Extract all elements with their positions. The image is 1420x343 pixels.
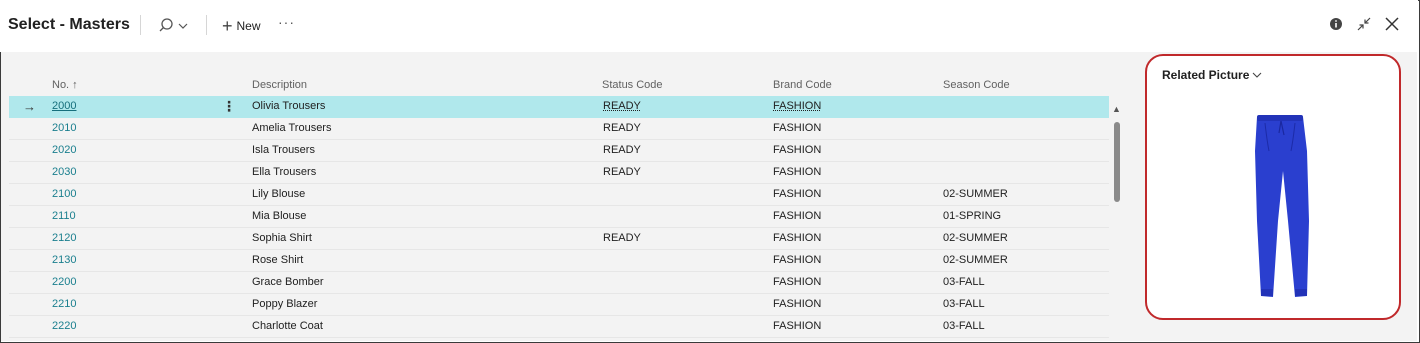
cell-brand-code: FASHION — [773, 232, 822, 244]
collapse-icon — [1357, 17, 1371, 31]
table-row[interactable]: 2110 Mia Blouse FASHION 01-SPRING — [9, 206, 1109, 228]
cell-brand-code: FASHION — [773, 188, 822, 200]
cell-description: Lily Blouse — [252, 188, 306, 200]
table-row[interactable]: 2220 Charlotte Coat FASHION 03-FALL — [9, 316, 1109, 338]
new-button[interactable]: + New — [222, 16, 261, 36]
info-button[interactable] — [1329, 17, 1343, 36]
cell-no[interactable]: 2010 — [52, 118, 76, 139]
more-actions-button[interactable]: ··· — [278, 14, 295, 30]
cell-description: Poppy Blazer — [252, 298, 318, 310]
cell-season-code: 03-FALL — [943, 276, 985, 288]
column-header-season-code[interactable]: Season Code — [943, 74, 1010, 96]
cell-description: Rose Shirt — [252, 254, 304, 266]
cell-description: Isla Trousers — [252, 144, 315, 156]
page-title: Select - Masters — [8, 16, 130, 33]
cell-season-code: 03-FALL — [943, 298, 985, 310]
cell-status-code: READY — [603, 122, 641, 134]
trousers-image — [1255, 115, 1309, 297]
search-button[interactable] — [158, 16, 190, 36]
table-row[interactable]: 2100 Lily Blouse FASHION 02-SUMMER — [9, 184, 1109, 206]
cell-description: Olivia Trousers — [252, 100, 326, 112]
factbox-title: Related Picture — [1162, 68, 1250, 82]
header-divider — [206, 15, 207, 35]
cell-brand-code: FASHION — [773, 298, 822, 310]
cell-no[interactable]: 2120 — [52, 228, 76, 249]
cell-season-code: 02-SUMMER — [943, 232, 1008, 244]
page-header: Select - Masters + New ··· — [0, 0, 1418, 52]
masters-list: No. ↑ Description Status Code Brand Code… — [9, 52, 1109, 341]
cell-description: Charlotte Coat — [252, 320, 323, 332]
column-header-description[interactable]: Description — [252, 74, 307, 96]
current-row-arrow-icon: → — [23, 99, 36, 114]
row-actions-icon[interactable]: ⋮ — [222, 96, 236, 117]
plus-icon: + — [222, 16, 233, 36]
cell-no[interactable]: 2200 — [52, 272, 76, 293]
cell-no[interactable]: 2220 — [52, 316, 76, 337]
factbox-header[interactable]: Related Picture — [1162, 68, 1262, 82]
table-row[interactable]: 2030 Ella Trousers READY FASHION — [9, 162, 1109, 184]
table-row[interactable]: 2210 Poppy Blazer FASHION 03-FALL — [9, 294, 1109, 316]
table-row[interactable]: → ⋮ 2000 Olivia Trousers READY FASHION — [9, 96, 1109, 118]
close-icon — [1385, 17, 1399, 31]
new-button-label: New — [236, 19, 261, 33]
cell-status-code: READY — [603, 100, 641, 112]
search-icon — [159, 18, 188, 32]
cell-season-code: 02-SUMMER — [943, 188, 1008, 200]
cell-no[interactable]: 2030 — [52, 162, 76, 183]
vertical-scrollbar[interactable]: ▲ — [1112, 104, 1122, 339]
close-button[interactable] — [1385, 17, 1399, 36]
column-header-status-code[interactable]: Status Code — [602, 74, 663, 96]
cell-no[interactable]: 2210 — [52, 294, 76, 315]
chevron-down-icon — [1252, 72, 1262, 78]
cell-brand-code: FASHION — [773, 320, 822, 332]
table-row[interactable]: 2130 Rose Shirt FASHION 02-SUMMER — [9, 250, 1109, 272]
cell-brand-code: FASHION — [773, 166, 822, 178]
table-row[interactable]: 2120 Sophia Shirt READY FASHION 02-SUMMER — [9, 228, 1109, 250]
cell-description: Amelia Trousers — [252, 122, 332, 134]
cell-season-code: 01-SPRING — [943, 210, 1002, 222]
column-header-no[interactable]: No. ↑ — [52, 74, 78, 96]
cell-no[interactable]: 2100 — [52, 184, 76, 205]
related-picture-factbox: Related Picture — [1145, 54, 1401, 320]
cell-no[interactable]: 2000 — [52, 96, 76, 117]
cell-no[interactable]: 2110 — [52, 206, 76, 227]
cell-status-code: READY — [603, 144, 641, 156]
cell-description: Sophia Shirt — [252, 232, 312, 244]
cell-season-code: 03-FALL — [943, 320, 985, 332]
cell-brand-code: FASHION — [773, 144, 822, 156]
header-divider — [140, 15, 141, 35]
cell-status-code: READY — [603, 166, 641, 178]
scroll-thumb[interactable] — [1114, 122, 1120, 202]
product-picture[interactable] — [1243, 111, 1323, 306]
table-row[interactable]: 2200 Grace Bomber FASHION 03-FALL — [9, 272, 1109, 294]
column-header-brand-code[interactable]: Brand Code — [773, 74, 832, 96]
cell-description: Mia Blouse — [252, 210, 307, 222]
cell-no[interactable]: 2130 — [52, 250, 76, 271]
cell-brand-code: FASHION — [773, 254, 822, 266]
table-row[interactable]: 2010 Amelia Trousers READY FASHION — [9, 118, 1109, 140]
cell-brand-code: FASHION — [773, 276, 822, 288]
info-icon — [1330, 18, 1342, 30]
cell-season-code: 02-SUMMER — [943, 254, 1008, 266]
cell-brand-code: FASHION — [773, 100, 822, 112]
scroll-up-icon[interactable]: ▲ — [1112, 104, 1121, 114]
cell-brand-code: FASHION — [773, 122, 822, 134]
table-row[interactable]: 2020 Isla Trousers READY FASHION — [9, 140, 1109, 162]
cell-no[interactable]: 2020 — [52, 140, 76, 161]
cell-status-code: READY — [603, 232, 641, 244]
cell-description: Ella Trousers — [252, 166, 317, 178]
collapse-button[interactable] — [1357, 17, 1371, 36]
cell-brand-code: FASHION — [773, 210, 822, 222]
cell-description: Grace Bomber — [252, 276, 324, 288]
